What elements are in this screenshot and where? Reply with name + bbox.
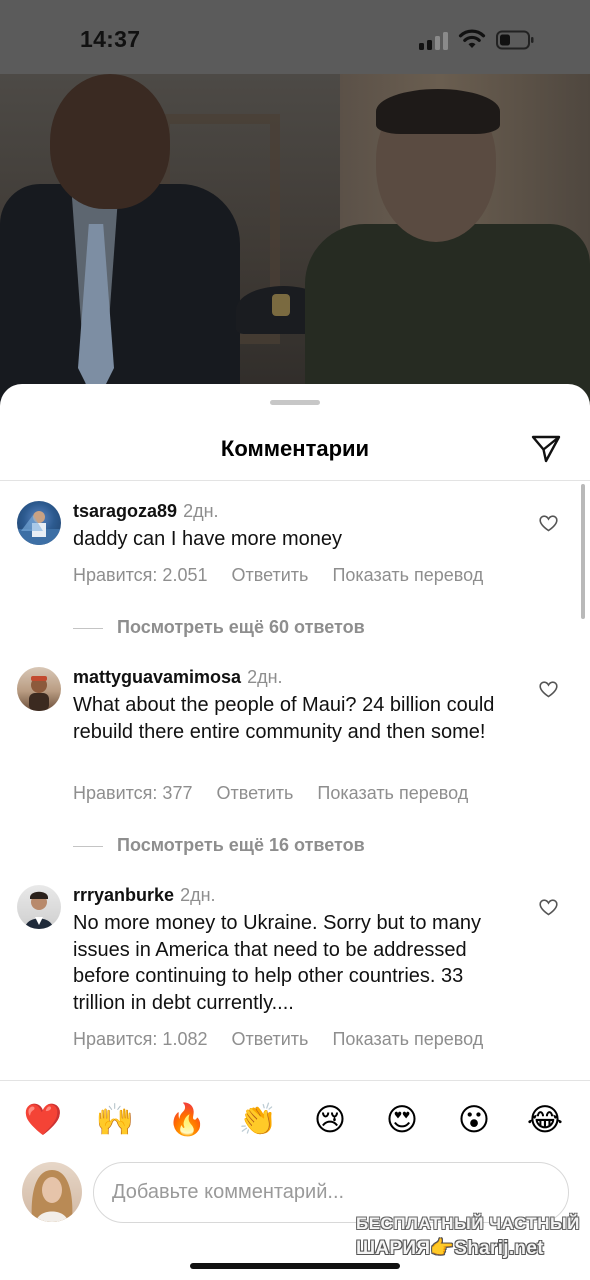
battery-icon xyxy=(496,30,534,50)
replies-line xyxy=(73,845,103,847)
reply-button[interactable]: Ответить xyxy=(231,565,308,585)
comment-header: mattyguavamimosa 2дн. xyxy=(73,667,283,688)
post-photo xyxy=(0,74,590,404)
watermark-line-1: БЕСПЛАТНЫЙ ЧАСТНЫЙ xyxy=(356,1214,580,1233)
wifi-icon xyxy=(458,29,486,48)
comment-time: 2дн. xyxy=(180,885,216,905)
comment-list[interactable]: tsaragoza89 2дн. daddy can I have more mo… xyxy=(0,481,590,1081)
heart-icon[interactable] xyxy=(539,681,558,698)
watermark-line-2: ШАРИЯ👉Sharij.net xyxy=(356,1238,544,1259)
clapping-emoji-button[interactable]: 👏 xyxy=(238,1100,278,1140)
comment-username[interactable]: tsaragoza89 xyxy=(73,501,177,521)
comment-text: No more money to Ukraine. Sorry but to m… xyxy=(73,912,481,1014)
replies-line xyxy=(73,627,103,629)
comment-text: What about the people of Maui? 24 billio… xyxy=(73,694,495,743)
translate-button[interactable]: Показать перевод xyxy=(317,783,468,803)
home-indicator[interactable] xyxy=(190,1263,400,1269)
heart-icon[interactable] xyxy=(539,899,558,916)
heart-eyes-emoji-button[interactable]: 😍 xyxy=(382,1100,422,1140)
view-replies-button[interactable]: Посмотреть ещё 16 ответов xyxy=(73,835,365,856)
view-replies-label: Посмотреть ещё 16 ответов xyxy=(117,835,365,855)
comment-text: daddy can I have more money xyxy=(73,528,343,550)
likes-count[interactable]: Нравится: 2.051 xyxy=(73,565,207,585)
watermark: БЕСПЛАТНЫЙ ЧАСТНЫЙ ШАРИЯ👉Sharij.net xyxy=(356,1214,586,1270)
avatar[interactable] xyxy=(17,501,61,545)
laughing-emoji-button[interactable]: 😂 xyxy=(525,1100,565,1140)
comment-actions: Нравится: 1.082 Ответить Показать перевод xyxy=(73,1029,507,1050)
avatar[interactable] xyxy=(17,667,61,711)
current-user-avatar[interactable] xyxy=(22,1162,82,1222)
emoji-reaction-bar: ❤️ 🙌 🔥 👏 😢 😍 😮 😂 xyxy=(0,1100,590,1144)
comment-username[interactable]: rrryanburke xyxy=(73,885,174,905)
likes-count[interactable]: Нравится: 1.082 xyxy=(73,1029,207,1049)
likes-count[interactable]: Нравится: 377 xyxy=(73,783,192,803)
comment-time: 2дн. xyxy=(183,501,219,521)
comment-actions: Нравится: 2.051 Ответить Показать перевод xyxy=(73,565,507,586)
comment-header: rrryanburke 2дн. xyxy=(73,885,216,906)
status-bar: 14:37 xyxy=(0,0,590,74)
view-replies-label: Посмотреть ещё 60 ответов xyxy=(117,617,365,637)
reply-button[interactable]: Ответить xyxy=(216,783,293,803)
translate-button[interactable]: Показать перевод xyxy=(332,1029,483,1049)
translate-button[interactable]: Показать перевод xyxy=(332,565,483,585)
fire-emoji-button[interactable]: 🔥 xyxy=(167,1100,207,1140)
comment-header: tsaragoza89 2дн. xyxy=(73,501,219,522)
cellular-signal-icon xyxy=(419,32,449,50)
reply-button[interactable]: Ответить xyxy=(231,1029,308,1049)
heart-emoji-button[interactable]: ❤️ xyxy=(23,1100,63,1140)
comment-actions: Нравится: 377 Ответить Показать перевод xyxy=(73,783,492,804)
scrollbar[interactable] xyxy=(581,484,585,619)
paper-plane-icon[interactable] xyxy=(530,434,562,464)
view-replies-button[interactable]: Посмотреть ещё 60 ответов xyxy=(73,617,365,638)
heart-icon[interactable] xyxy=(539,515,558,532)
comment-username[interactable]: mattyguavamimosa xyxy=(73,667,241,687)
comments-sheet: Комментарии tsaragoza89 2дн. daddy can I … xyxy=(0,384,590,1280)
surprised-emoji-button[interactable]: 😮 xyxy=(454,1100,494,1140)
sheet-grabber[interactable] xyxy=(270,400,320,405)
divider xyxy=(0,1080,590,1081)
avatar[interactable] xyxy=(17,885,61,929)
crying-emoji-button[interactable]: 😢 xyxy=(310,1100,350,1140)
sheet-title: Комментарии xyxy=(220,436,370,461)
status-time: 14:37 xyxy=(80,26,141,52)
comment-time: 2дн. xyxy=(247,667,283,687)
raised-hands-emoji-button[interactable]: 🙌 xyxy=(95,1100,135,1140)
